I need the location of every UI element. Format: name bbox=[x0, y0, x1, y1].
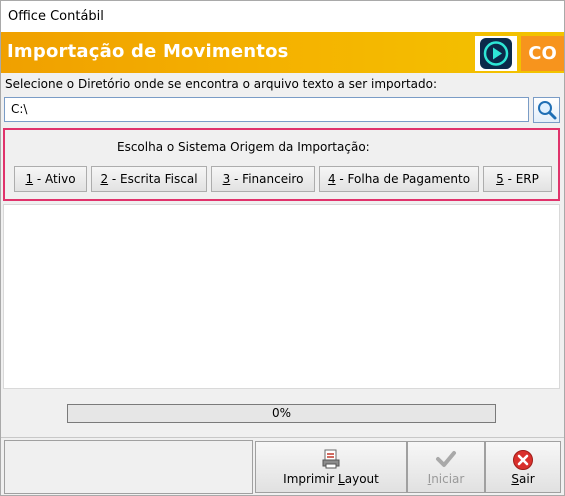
origin-folha-pagamento-label: - Folha de Pagamento bbox=[335, 172, 471, 186]
print-layout-label: Imprimir Layout bbox=[283, 472, 379, 486]
origin-system-panel: Escolha o Sistema Origem da Importação: … bbox=[3, 128, 560, 201]
close-icon bbox=[513, 450, 533, 470]
start-button[interactable]: Iniciar bbox=[407, 441, 485, 493]
origin-erp-label: - ERP bbox=[503, 172, 539, 186]
origin-escrita-fiscal-hotkey: 2 bbox=[100, 172, 109, 186]
search-icon bbox=[538, 101, 557, 120]
exit-label: Sair bbox=[511, 472, 535, 486]
origin-folha-pagamento-hotkey: 4 bbox=[327, 172, 336, 186]
print-document-icon bbox=[322, 449, 340, 469]
status-panel bbox=[4, 440, 253, 494]
progress-text: 0% bbox=[271, 406, 292, 420]
import-window: Office Contábil Importação de Movimentos… bbox=[0, 0, 565, 496]
print-layout-button[interactable]: Imprimir Layout bbox=[255, 441, 407, 493]
window-title: Office Contábil bbox=[8, 9, 104, 24]
origin-ativo-hotkey: 1 bbox=[25, 172, 34, 186]
title-bar: Office Contábil bbox=[1, 1, 564, 32]
origin-financeiro-button[interactable]: 3 - Financeiro bbox=[211, 166, 315, 192]
checkmark-icon bbox=[436, 451, 456, 467]
browse-directory-button[interactable] bbox=[533, 97, 560, 123]
import-log-area bbox=[3, 204, 560, 389]
play-icon bbox=[480, 38, 512, 69]
page-title: Importação de Movimentos bbox=[7, 41, 289, 62]
brand-logo bbox=[475, 36, 517, 71]
origin-escrita-fiscal-label: - Escrita Fiscal bbox=[108, 172, 198, 186]
origin-folha-pagamento-button[interactable]: 4 - Folha de Pagamento bbox=[319, 166, 479, 192]
origin-erp-hotkey: 5 bbox=[496, 172, 504, 186]
origin-escrita-fiscal-button[interactable]: 2 - Escrita Fiscal bbox=[91, 166, 207, 192]
directory-label: Selecione o Diretório onde se encontra o… bbox=[5, 77, 438, 91]
header-banner: Importação de Movimentos CO bbox=[1, 32, 564, 73]
import-progress-bar: 0% bbox=[67, 404, 496, 423]
footer-toolbar: Imprimir Layout Iniciar Sair bbox=[1, 437, 564, 495]
start-label: Iniciar bbox=[427, 472, 465, 486]
exit-button[interactable]: Sair bbox=[485, 441, 561, 493]
origin-ativo-label: - Ativo bbox=[33, 172, 76, 186]
origin-erp-button[interactable]: 5 - ERP bbox=[483, 166, 552, 192]
origin-financeiro-label: - Financeiro bbox=[230, 172, 304, 186]
directory-input[interactable]: C:\ bbox=[4, 97, 529, 122]
origin-ativo-button[interactable]: 1 - Ativo bbox=[14, 166, 87, 192]
origin-system-label: Escolha o Sistema Origem da Importação: bbox=[117, 140, 370, 154]
brand-logo-text: CO bbox=[521, 36, 564, 71]
